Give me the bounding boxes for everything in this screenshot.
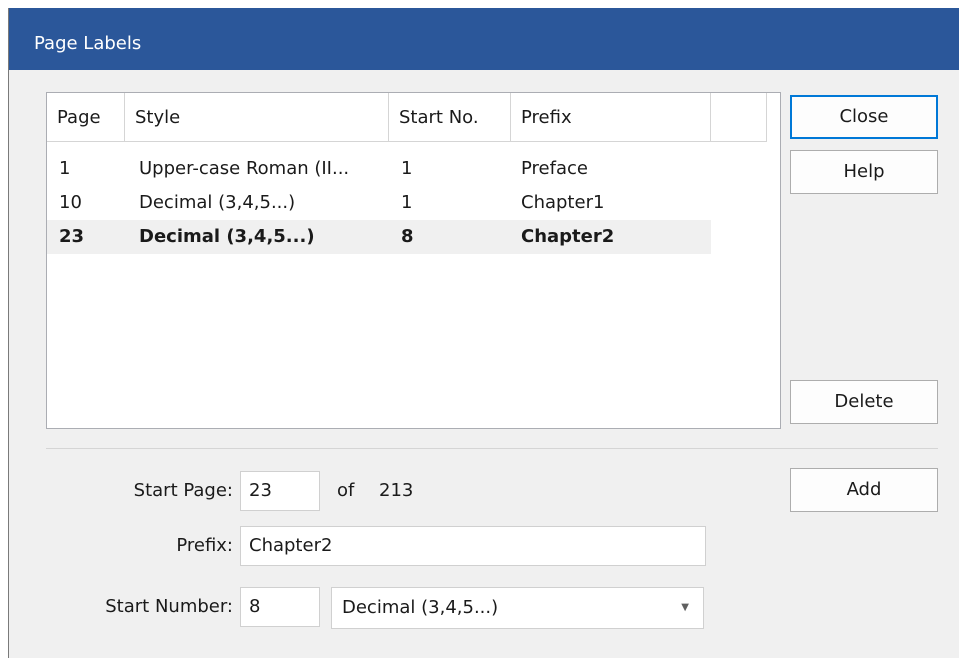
cell-style: Decimal (3,4,5...) (139, 192, 296, 213)
start-number-input[interactable]: 8 (240, 587, 320, 627)
page-labels-dialog: Page Labels Page Style Start No. Prefix … (8, 8, 959, 658)
cell-page: 23 (59, 226, 85, 247)
cell-page: 1 (59, 158, 71, 179)
of-label: of (337, 480, 355, 501)
total-pages-value: 213 (379, 480, 414, 501)
chevron-down-icon[interactable]: ▼ (681, 588, 689, 628)
cell-page: 10 (59, 192, 82, 213)
start-number-label: Start Number: (105, 596, 233, 617)
column-header-prefix[interactable]: Prefix (511, 93, 711, 142)
start-page-label: Start Page: (133, 480, 233, 501)
column-header-empty (711, 93, 767, 142)
delete-button[interactable]: Delete (790, 380, 938, 424)
prefix-input[interactable]: Chapter2 (240, 526, 706, 566)
column-header-page[interactable]: Page (47, 93, 125, 142)
dialog-title: Page Labels (34, 33, 142, 54)
dropdown-selected-value: Decimal (3,4,5...) (342, 597, 499, 618)
add-button[interactable]: Add (790, 468, 938, 512)
title-bar: Page Labels (9, 8, 959, 70)
page-labels-list[interactable]: Page Style Start No. Prefix 1 Upper-case… (46, 92, 781, 429)
close-button[interactable]: Close (790, 95, 938, 139)
help-button[interactable]: Help (790, 150, 938, 194)
cell-style: Upper-case Roman (II... (139, 158, 350, 179)
prefix-label: Prefix: (176, 535, 233, 556)
cell-prefix: Chapter1 (521, 192, 605, 213)
column-header-style[interactable]: Style (125, 93, 389, 142)
cell-start-no: 1 (401, 158, 413, 179)
section-divider (46, 448, 938, 449)
cell-style: Decimal (3,4,5...) (139, 226, 315, 247)
cell-prefix: Chapter2 (521, 226, 615, 247)
column-header-start-no[interactable]: Start No. (389, 93, 511, 142)
table-row[interactable]: 1 Upper-case Roman (II... 1 Preface (47, 152, 711, 186)
table-row[interactable]: 10 Decimal (3,4,5...) 1 Chapter1 (47, 186, 711, 220)
numbering-style-dropdown[interactable]: Decimal (3,4,5...) ▼ (331, 587, 704, 629)
cell-start-no: 8 (401, 226, 414, 247)
start-page-input[interactable]: 23 (240, 471, 320, 511)
cell-prefix: Preface (521, 158, 588, 179)
table-row-selected[interactable]: 23 Decimal (3,4,5...) 8 Chapter2 (47, 220, 711, 254)
cell-start-no: 1 (401, 192, 413, 213)
